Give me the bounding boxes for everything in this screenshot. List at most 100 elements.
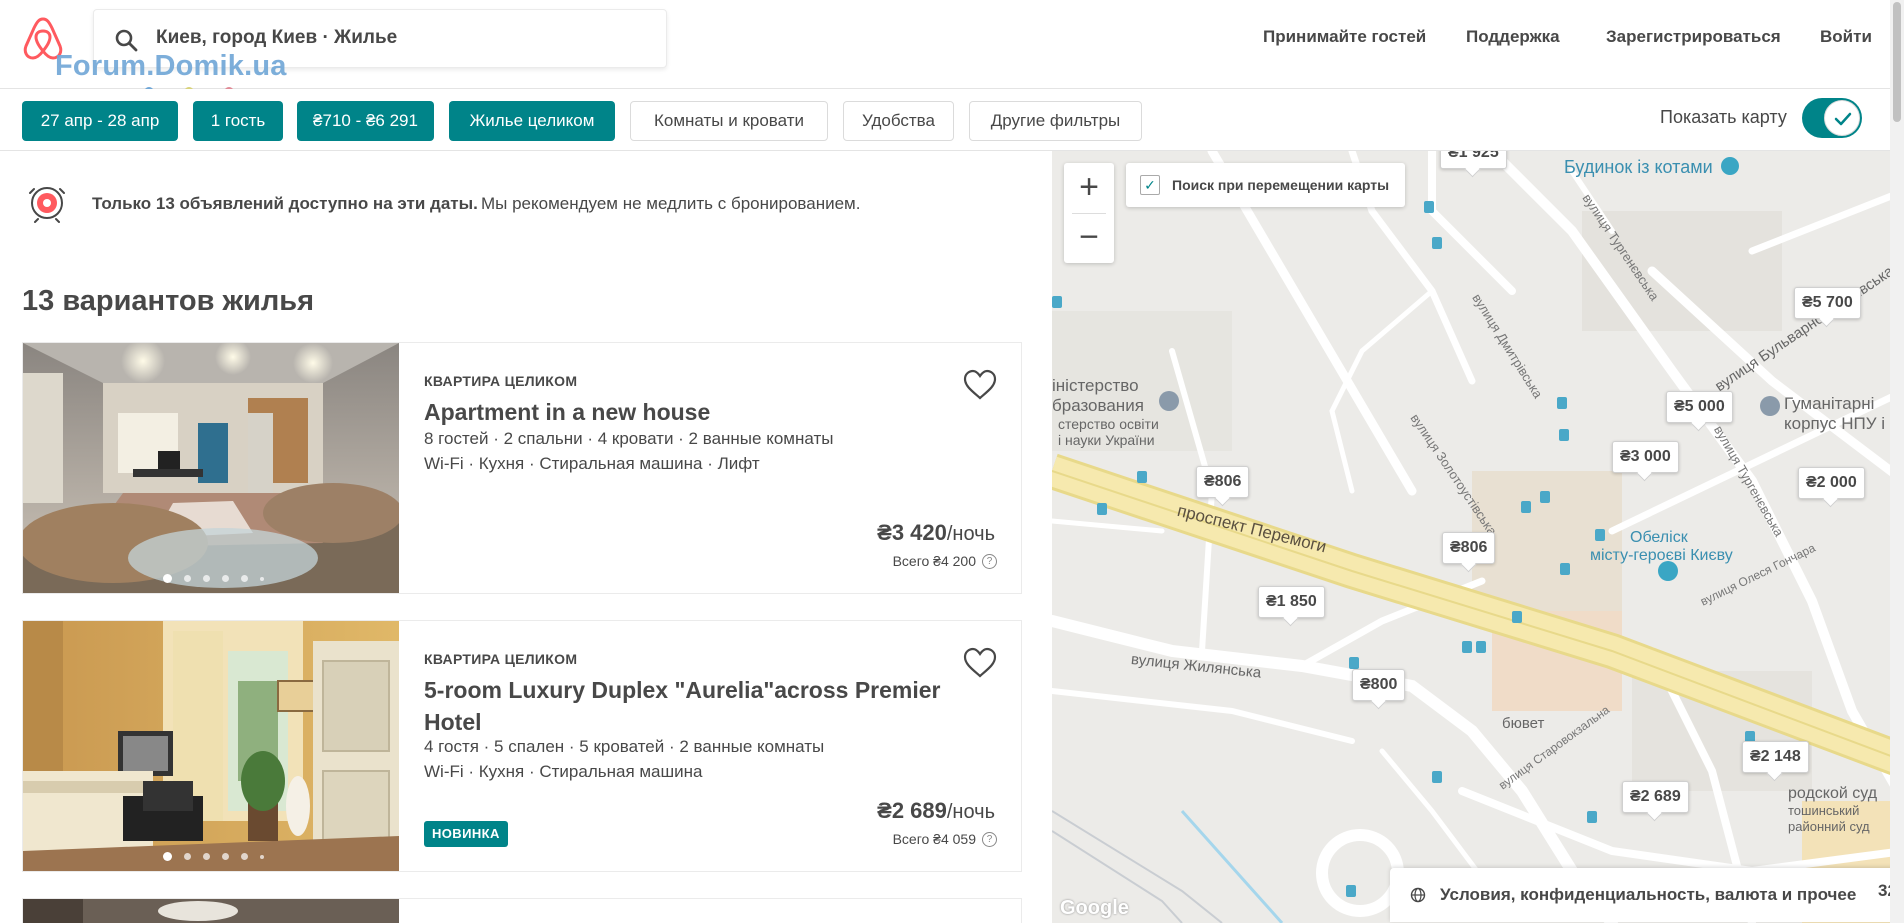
alert-bold-text: Только 13 объявлений доступно на эти дат… <box>92 194 478 213</box>
watermark-text: Forum.Domik.ua <box>55 50 287 82</box>
listing-title[interactable]: 5-room Luxury Duplex "Aurelia"across Pre… <box>424 674 964 738</box>
map-label-ministry-1: іністерство <box>1052 376 1139 395</box>
price-value: ₴3 420 <box>877 520 947 545</box>
filter-more[interactable]: Другие фильтры <box>969 101 1142 141</box>
map-label-humanitarian-1: Гуманітарні <box>1784 394 1875 413</box>
map-price-pin[interactable]: ₴2 689 <box>1622 781 1689 813</box>
carousel-dot[interactable] <box>222 853 229 860</box>
map-label-court-1: родской суд <box>1788 785 1878 802</box>
show-map-label: Показать карту <box>1660 107 1787 127</box>
listing-photo-partial <box>23 899 399 923</box>
footer-text: Условия, конфиденциальность, валюта и пр… <box>1440 885 1857 904</box>
map-price-pin[interactable]: ₴5 700 <box>1794 287 1861 319</box>
results-count: 13 вариантов жилья <box>22 285 315 317</box>
price-per-night: /ночь <box>946 801 995 823</box>
alarm-clock-icon <box>29 187 65 223</box>
listing-photo[interactable] <box>23 899 399 923</box>
search-on-move-control[interactable]: ✓ Поиск при перемещении карты <box>1126 163 1406 207</box>
help-icon[interactable]: ? <box>982 553 997 569</box>
zoom-in-button[interactable]: + <box>1064 163 1114 213</box>
filter-home-type[interactable]: Жилье целиком <box>449 101 615 141</box>
filter-rooms-beds[interactable]: Комнаты и кровати <box>630 101 828 141</box>
filter-amenities[interactable]: Удобства <box>843 101 954 141</box>
living-room-photo <box>23 343 399 593</box>
carousel-dot[interactable] <box>163 852 172 861</box>
total-value: Всего ₴4 200 <box>892 553 976 569</box>
filter-bar: 27 апр - 28 апр 1 гость ₴710 - ₴6 291 Жи… <box>0 89 1904 151</box>
carousel-dot[interactable] <box>203 575 210 582</box>
new-badge: НОВИНКА <box>424 821 508 847</box>
map-price-pin[interactable]: ₴806 <box>1442 532 1496 564</box>
map-price-pin[interactable]: ₴3 000 <box>1612 441 1679 473</box>
carousel-dot[interactable] <box>184 575 191 582</box>
carousel-dot[interactable] <box>222 575 229 582</box>
map-label-ministry-3: стерство освіти <box>1058 416 1159 432</box>
globe-icon <box>1410 887 1426 903</box>
map-price-pin[interactable]: ₴1 850 <box>1258 586 1325 618</box>
photo-carousel-dots[interactable] <box>163 852 264 861</box>
nav-login[interactable]: Войти <box>1820 27 1872 47</box>
search-on-move-checkbox[interactable]: ✓ <box>1140 175 1160 195</box>
favorite-heart-icon[interactable] <box>963 369 997 401</box>
toggle-knob <box>1824 100 1860 136</box>
listing-card[interactable] <box>22 898 1022 923</box>
photo-carousel-dots[interactable] <box>163 574 264 583</box>
map-label-obelisk-2: місту-героєві Києву <box>1590 547 1733 564</box>
map-panel[interactable]: Будинок із котами іністерство бразования… <box>1052 151 1904 923</box>
listing-total: Всего ₴4 059 ? <box>893 831 997 847</box>
map-price-pin[interactable]: ₴2 000 <box>1798 467 1865 499</box>
map-zoom-control: + − <box>1064 163 1114 263</box>
search-on-move-label: Поиск при перемещении карты <box>1172 177 1390 193</box>
carousel-dot[interactable] <box>163 574 172 583</box>
listing-photo[interactable] <box>23 621 399 871</box>
help-icon[interactable]: ? <box>982 831 997 847</box>
alert-rest-text: Мы рекомендуем не медлить с бронирование… <box>481 194 861 213</box>
listing-title[interactable]: Apartment in a new house <box>424 396 964 428</box>
zoom-out-button[interactable]: − <box>1064 213 1114 263</box>
carousel-dot[interactable] <box>184 853 191 860</box>
listing-kind: КВАРТИРА ЦЕЛИКОМ <box>424 373 578 389</box>
carousel-dot[interactable] <box>260 576 264 581</box>
map-price-pin[interactable]: ₴800 <box>1352 669 1406 701</box>
map-label-biuvet: бювет <box>1502 715 1545 732</box>
map-price-pin[interactable]: ₴5 000 <box>1666 391 1733 423</box>
google-logo: Google <box>1060 897 1129 919</box>
map-footer-links[interactable]: Условия, конфиденциальность, валюта и пр… <box>1390 868 1904 922</box>
page-scrollbar[interactable] <box>1890 0 1904 923</box>
map-label-obelisk-1: Обеліск <box>1630 529 1688 546</box>
nav-signup[interactable]: Зарегистрироваться <box>1606 27 1781 47</box>
nav-host[interactable]: Принимайте гостей <box>1263 27 1426 47</box>
carousel-dot[interactable] <box>241 853 248 860</box>
total-value: Всего ₴4 059 <box>892 831 976 847</box>
listing-card[interactable]: КВАРТИРА ЦЕЛИКОМ Apartment in a new hous… <box>22 342 1022 594</box>
carousel-dot[interactable] <box>203 853 210 860</box>
listing-details: 8 гостей · 2 спальни · 4 кровати · 2 ван… <box>424 429 834 448</box>
listing-kind: КВАРТИРА ЦЕЛИКОМ <box>424 651 578 667</box>
listing-photo[interactable] <box>23 343 399 593</box>
listing-price: ₴3 420/ночь <box>877 520 995 546</box>
carousel-dot[interactable] <box>241 575 248 582</box>
nav-support[interactable]: Поддержка <box>1466 27 1560 47</box>
top-header: Киев, город Киев · Жилье Forum.Domik.ua … <box>0 0 1904 97</box>
filter-price[interactable]: ₴710 - ₴6 291 <box>297 101 434 141</box>
map-price-pin[interactable]: ₴1 925 <box>1440 151 1507 169</box>
map-label-court-3: районний суд <box>1788 819 1870 834</box>
listing-details: 4 гостя · 5 спален · 5 кроватей · 2 ванн… <box>424 737 825 756</box>
listing-card[interactable]: КВАРТИРА ЦЕЛИКОМ 5-room Luxury Duplex "A… <box>22 620 1022 872</box>
scrollbar-thumb[interactable] <box>1893 2 1901 122</box>
map-price-pin[interactable]: ₴806 <box>1196 466 1250 498</box>
filter-guests[interactable]: 1 гость <box>193 101 283 141</box>
price-per-night: /ночь <box>946 523 995 545</box>
favorite-heart-icon[interactable] <box>963 647 997 679</box>
bedroom-photo <box>23 621 399 871</box>
map-price-pin[interactable]: ₴2 148 <box>1742 741 1809 773</box>
check-icon <box>1834 112 1852 126</box>
price-value: ₴2 689 <box>877 798 947 823</box>
carousel-dot[interactable] <box>260 854 264 859</box>
map-label-humanitarian-2: корпус НПУ і <box>1784 414 1886 433</box>
show-map-toggle[interactable] <box>1802 98 1862 138</box>
search-icon <box>115 29 138 52</box>
listing-amenities: Wi-Fi · Кухня · Стиральная машина <box>424 762 703 781</box>
map-label-ministry-4: і науки України <box>1058 432 1155 448</box>
filter-dates[interactable]: 27 апр - 28 апр <box>22 101 178 141</box>
